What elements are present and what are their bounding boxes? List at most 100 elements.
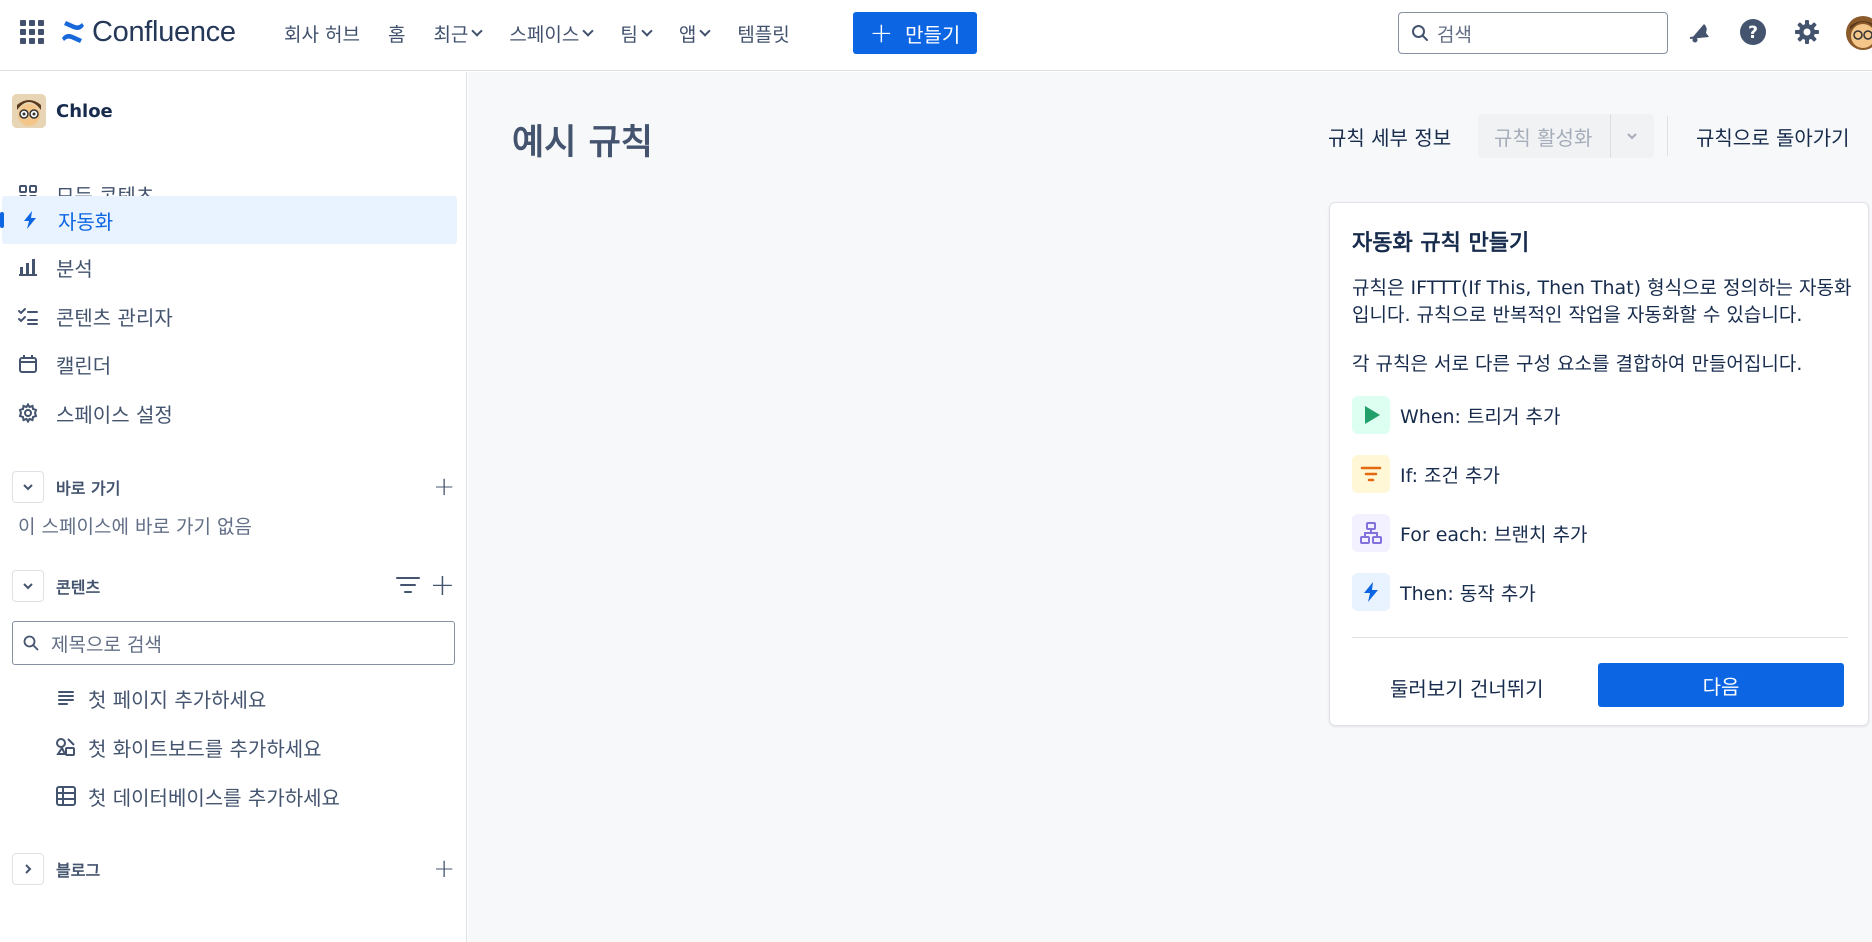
sidebar-item-analytics[interactable]: 분석 [0, 243, 455, 291]
search-placeholder: 검색 [1437, 23, 1472, 46]
chevron-right-icon [25, 864, 32, 874]
avatar[interactable] [1846, 16, 1872, 50]
nav-item-templates[interactable]: 템플릿 [737, 20, 789, 47]
next-button-label: 다음 [1702, 674, 1740, 699]
step-then: Then: 동작 추가 [1352, 572, 1536, 612]
confluence-logo-icon [62, 21, 84, 43]
sidebar-item-label: 콘텐츠 관리자 [56, 305, 173, 330]
lightning-icon [18, 208, 42, 232]
card-description-2: 각 규칙은 서로 다른 구성 요소를 결합하여 만들어집니다. [1352, 353, 1803, 375]
nav-item-label: 최근 [433, 23, 469, 46]
nav-item-home[interactable]: 홈 [388, 20, 405, 47]
tree-item-first-whiteboard[interactable]: 첫 화이트보드를 추가하세요 [54, 727, 322, 767]
plus-icon: + [869, 16, 894, 49]
content-toggle[interactable] [12, 570, 44, 602]
add-shortcut-button[interactable]: + [433, 474, 455, 500]
enable-rule-button: 규칙 활성화 [1478, 114, 1654, 158]
nav-item-spaces[interactable]: 스페이스 [509, 20, 595, 47]
enable-rule-label: 규칙 활성화 [1494, 125, 1593, 150]
page-title: 예시 규칙 [512, 123, 653, 163]
sidebar-item-label: 분석 [56, 256, 93, 281]
filter-icon [1352, 455, 1390, 493]
step-label: When: 트리거 추가 [1400, 405, 1561, 428]
blog-section-header: 블로그 + [12, 852, 455, 886]
nav-item-apps[interactable]: 앱 [678, 20, 711, 47]
nav-item-teams[interactable]: 팀 [620, 20, 653, 47]
nav-item-label: 템플릿 [737, 23, 790, 46]
space-header[interactable]: Chloe [12, 94, 113, 128]
calendar-icon [16, 352, 40, 376]
chevron-down-icon [1611, 129, 1653, 143]
add-content-button[interactable]: + [430, 571, 455, 601]
title-search-input[interactable]: 제목으로 검색 [12, 621, 455, 665]
divider [1667, 116, 1668, 156]
chevron-down-icon [582, 25, 595, 37]
branch-icon [1352, 514, 1390, 552]
step-if: If: 조건 추가 [1352, 454, 1500, 494]
logo-text: Confluence [92, 15, 236, 48]
automation-onboarding-card: 자동화 규칙 만들기 규칙은 IFTTT(If This, Then That)… [1329, 202, 1869, 726]
app-switcher-icon[interactable] [20, 20, 44, 44]
play-icon [1352, 396, 1390, 434]
main-content: 예시 규칙 규칙 세부 정보 규칙 활성화 규칙으로 돌아가기 자동화 규칙 만… [468, 72, 1872, 942]
skip-tour-button[interactable]: 둘러보기 건너뛰기 [1390, 673, 1544, 702]
step-label: For each: 브랜치 추가 [1400, 523, 1588, 546]
step-for-each: For each: 브랜치 추가 [1352, 513, 1587, 553]
shortcuts-title: 바로 가기 [56, 479, 121, 498]
create-button[interactable]: + 만들기 [853, 12, 977, 54]
chevron-down-icon [699, 25, 711, 37]
tree-item-first-database[interactable]: 첫 데이터베이스를 추가하세요 [54, 776, 340, 816]
step-label: If: 조건 추가 [1400, 464, 1501, 487]
sidebar-item-space-settings[interactable]: 스페이스 설정 [0, 389, 455, 437]
sidebar-item-label: 캘린더 [56, 353, 112, 378]
back-to-rules-link[interactable]: 규칙으로 돌아가기 [1696, 122, 1850, 151]
content-section-header: 콘텐츠 + [12, 569, 455, 603]
top-navigation: Confluence 회사 허브 홈 최근 스페이스 팀 앱 템플릿 + 만들기… [0, 0, 1872, 71]
notifications-icon[interactable] [1684, 17, 1714, 47]
add-blog-button[interactable]: + [433, 856, 455, 882]
filter-icon[interactable] [395, 574, 420, 600]
sidebar-item-content-manager[interactable]: 콘텐츠 관리자 [0, 292, 455, 340]
sidebar-item-calendar[interactable]: 캘린더 [0, 340, 455, 388]
lightning-icon [1352, 573, 1390, 611]
blog-toggle[interactable] [12, 853, 44, 885]
card-divider [1352, 637, 1848, 638]
shortcuts-empty-text: 이 스페이스에 바로 가기 없음 [18, 516, 252, 538]
help-icon[interactable]: ? [1738, 17, 1768, 47]
svg-text:?: ? [1748, 23, 1758, 43]
tree-item-label: 첫 페이지 추가하세요 [88, 687, 267, 712]
nav-item-label: 앱 [678, 23, 697, 46]
space-avatar [12, 94, 46, 128]
tree-item-first-page[interactable]: 첫 페이지 추가하세요 [54, 678, 266, 718]
checklist-icon [16, 304, 40, 328]
card-title: 자동화 규칙 만들기 [1352, 231, 1530, 256]
shortcuts-toggle[interactable] [12, 471, 44, 503]
search-icon [1412, 25, 1428, 41]
tree-item-label: 첫 데이터베이스를 추가하세요 [88, 785, 340, 810]
shortcuts-section-header: 바로 가기 + [12, 470, 455, 504]
settings-icon[interactable] [1792, 17, 1822, 47]
confluence-logo[interactable]: Confluence [60, 14, 236, 50]
search-input[interactable]: 검색 [1398, 12, 1668, 54]
create-button-label: 만들기 [905, 22, 961, 47]
tree-item-label: 첫 화이트보드를 추가하세요 [88, 736, 322, 761]
space-name: Chloe [56, 100, 113, 122]
content-title: 콘텐츠 [56, 578, 101, 597]
nav-item-label: 스페이스 [509, 23, 580, 46]
chevron-down-icon [23, 583, 33, 590]
next-button[interactable]: 다음 [1598, 663, 1844, 707]
blog-title: 블로그 [56, 861, 101, 880]
database-icon [54, 784, 78, 808]
sidebar: Chloe 모든 콘텐츠 자동화 분석 콘텐츠 관리자 캘린더 스페이스 설정 … [0, 72, 467, 942]
nav-item-company-hub[interactable]: 회사 허브 [284, 20, 360, 47]
chevron-down-icon [23, 484, 33, 491]
sidebar-item-automation[interactable]: 자동화 [0, 196, 457, 244]
sidebar-item-label: 자동화 [58, 209, 114, 234]
step-when: When: 트리거 추가 [1352, 395, 1560, 435]
card-description: 규칙은 IFTTT(If This, Then That) 형식으로 정의하는 … [1352, 277, 1852, 326]
nav-item-recent[interactable]: 최근 [433, 20, 484, 47]
page-icon [54, 686, 78, 710]
active-indicator [0, 212, 4, 228]
nav-item-label: 홈 [387, 23, 406, 46]
rule-details-link[interactable]: 규칙 세부 정보 [1328, 122, 1451, 151]
